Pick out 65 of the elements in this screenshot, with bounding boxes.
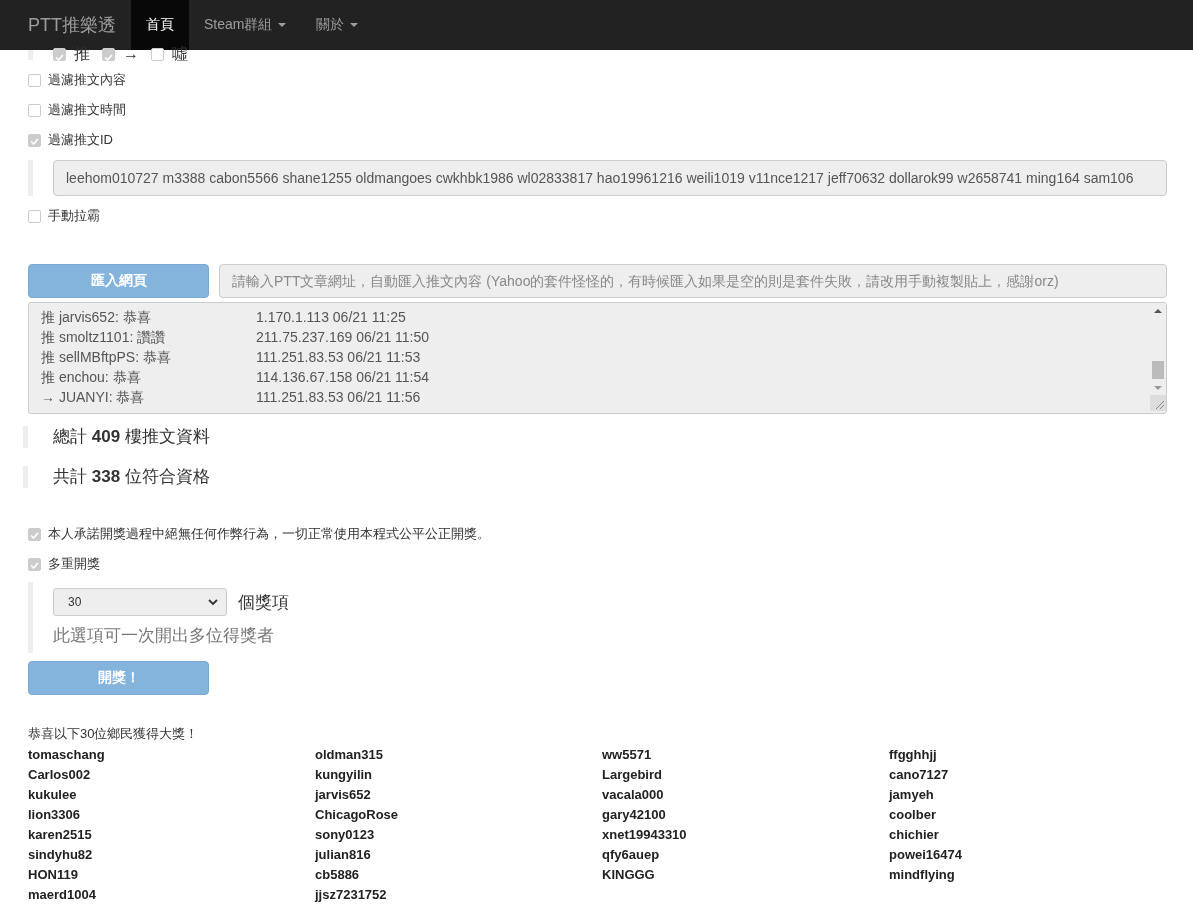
comment-meta: 114.136.67.158 06/21 11:54 (256, 368, 430, 387)
comment-text: 推 jarvis652: 恭喜 (41, 308, 152, 327)
checkbox-label: 過濾推文時間 (48, 101, 126, 119)
winner-name: maerd1004 (28, 886, 97, 904)
checkbox-label: 多重開獎 (48, 555, 100, 573)
winners-title: 恭喜以下30位鄉民獲得大獎！ (28, 725, 200, 743)
checkbox[interactable] (28, 209, 41, 223)
winner-name: gary42100 (602, 806, 667, 824)
url-field[interactable]: 請輸入PTT文章網址，自動匯入推文內容 (Yahoo的套件怪怪的，有時候匯入如果是空的則是套件失敗，請改用手動複製貼上，感謝orz) (219, 264, 1167, 298)
nav-item[interactable]: Steam群組 (189, 0, 302, 50)
winner-name: jamyeh (889, 786, 935, 804)
checkbox-label: 過濾推文內容 (48, 71, 126, 89)
winner-name: Carlos002 (28, 766, 92, 784)
winner-name: lion3306 (28, 806, 82, 824)
winner-name: coolber (889, 806, 937, 824)
winner-name: kungyilin (315, 766, 374, 784)
stat-text: 總計 409 樓推文資料 (23, 426, 1167, 448)
winner-name: julian816 (315, 846, 372, 864)
winner-name: Largebird (602, 766, 663, 784)
winner-name: tomaschang (28, 746, 106, 764)
winner-name: sony0123 (315, 826, 376, 844)
winner-name: mindflying (889, 866, 956, 884)
nav-item[interactable]: 首頁 (131, 0, 189, 50)
winner-name: xnet19943310 (602, 826, 688, 844)
checkbox[interactable] (28, 103, 41, 117)
checkbox-label: 過濾推文ID (48, 131, 113, 149)
winner-name: KINGGG (602, 866, 656, 884)
winner-name: cb5886 (315, 866, 361, 884)
checkbox[interactable] (28, 527, 41, 541)
comment-text: 推 smoltz1101: 讚讚 (41, 328, 167, 347)
comment-meta: 211.75.237.169 06/21 11:50 (256, 328, 430, 347)
count-select[interactable]: 30 (53, 588, 227, 616)
winner-name: oldman315 (315, 746, 384, 764)
comment-meta: 111.251.83.53 06/21 11:56 (256, 388, 421, 407)
winner-name: jjsz7231752 (315, 886, 388, 904)
checkbox-label: 本人承諾開獎過程中絕無任何作弊行為，一切正常使用本程式公平公正開獎。 (48, 525, 490, 543)
comment-text: → JUANYI: 恭喜 (41, 388, 146, 407)
hint-text: 此選項可一次開出多位得獎者 (53, 625, 275, 647)
winner-name: ww5571 (602, 746, 653, 764)
checkbox[interactable] (28, 73, 41, 87)
nav-item[interactable]: 關於 (301, 0, 374, 50)
winner-name: kukulee (28, 786, 78, 804)
winner-name: ffgghhjj (889, 746, 938, 764)
unit-label: 個獎項 (238, 591, 289, 614)
winner-name: karen2515 (28, 826, 93, 844)
winner-name: ChicagoRose (315, 806, 400, 824)
id-filter-field[interactable]: leehom010727 m3388 cabon5566 shane1255 oldmangoes cwkhbk1986 wl02833817 hao19961216 weili1019 v11nce1217 jeff70632 dollarok99 w2658741 ming164 sam106 (53, 160, 1167, 196)
winner-name: jarvis652 (315, 786, 372, 804)
comment-text: 推 sellMBftpPS: 恭喜 (41, 348, 172, 367)
winner-name: HON119 (28, 866, 79, 884)
chevron-icon (208, 598, 218, 606)
winner-name: sindyhu82 (28, 846, 94, 864)
checkbox[interactable] (28, 133, 41, 147)
stat-text: 共計 338 位符合資格 (23, 466, 1167, 488)
comment-meta: 111.251.83.53 06/21 11:53 (256, 348, 421, 367)
comment-meta: 1.170.1.113 06/21 11:25 (256, 308, 406, 327)
winner-name: vacala000 (602, 786, 665, 804)
comments-textarea[interactable] (28, 302, 1167, 414)
checkbox-label: 手動拉霸 (48, 207, 100, 225)
comment-text: 推 enchou: 恭喜 (41, 368, 142, 387)
winner-name: qfy6auep (602, 846, 661, 864)
checkbox[interactable] (28, 557, 41, 571)
winner-name: powei16474 (889, 846, 963, 864)
winner-name: chichier (889, 826, 940, 844)
winner-name: cano7127 (889, 766, 950, 784)
